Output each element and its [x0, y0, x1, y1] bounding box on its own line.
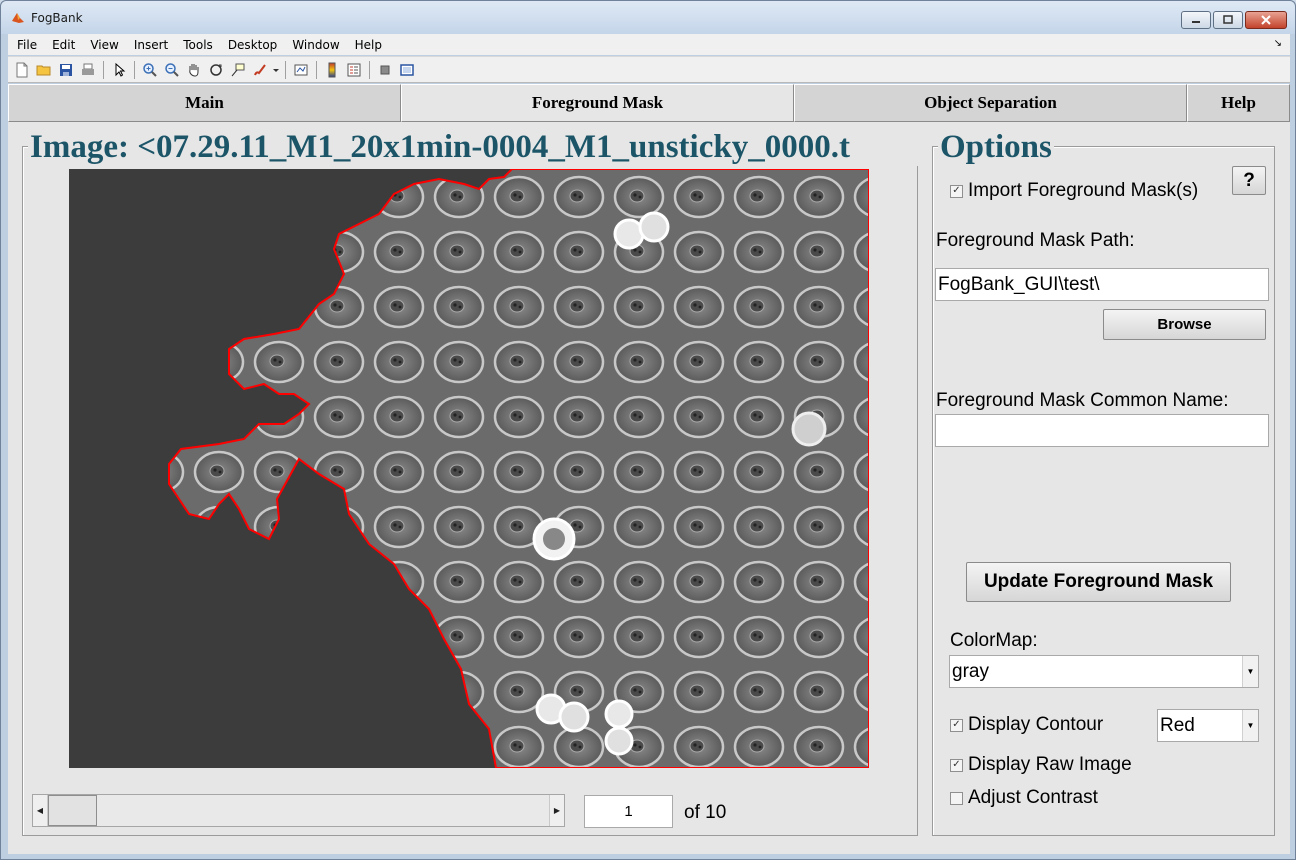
microscopy-image: [69, 169, 869, 768]
mask-path-label: Foreground Mask Path:: [936, 230, 1135, 251]
menu-insert[interactable]: Insert: [126, 38, 175, 52]
update-mask-button[interactable]: Update Foreground Mask: [966, 562, 1231, 602]
tab-foreground-mask[interactable]: Foreground Mask: [401, 84, 794, 122]
window-title: FogBank: [31, 11, 83, 25]
import-mask-checkbox[interactable]: ✓: [950, 184, 963, 198]
common-name-field[interactable]: [935, 414, 1269, 447]
menu-file[interactable]: File: [8, 38, 44, 52]
link-plot-icon[interactable]: [291, 60, 311, 80]
toolbar-separator: [316, 60, 317, 79]
colormap-value: gray: [952, 660, 989, 682]
show-plot-tools-icon[interactable]: [397, 60, 417, 80]
colorbar-icon[interactable]: [322, 60, 342, 80]
rotate-3d-icon[interactable]: [206, 60, 226, 80]
toolbar-separator: [134, 60, 135, 79]
bright-cell: [604, 699, 634, 729]
menu-bar: File Edit View Insert Tools Desktop Wind…: [8, 34, 1290, 55]
display-contour-checkbox[interactable]: ✓: [950, 718, 963, 732]
import-mask-checkbox-row[interactable]: ✓ Import Foreground Mask(s): [950, 180, 1198, 202]
print-icon[interactable]: [78, 60, 98, 80]
tab-main[interactable]: Main: [8, 84, 401, 122]
help-button[interactable]: ?: [1232, 166, 1266, 195]
display-raw-row[interactable]: ✓ Display Raw Image: [950, 754, 1132, 776]
page-total-label: of 10: [684, 802, 727, 823]
slider-left-arrow-icon[interactable]: ◀: [33, 795, 48, 826]
bright-cell: [604, 726, 634, 756]
tab-help[interactable]: Help: [1187, 84, 1290, 122]
menu-view[interactable]: View: [82, 38, 125, 52]
page-number-input[interactable]: 1: [584, 795, 673, 828]
contour-color-select[interactable]: Red ▼: [1157, 709, 1259, 742]
colormap-label: ColorMap:: [950, 630, 1038, 651]
display-contour-label: Display Contour: [968, 714, 1104, 735]
image-slider[interactable]: ◀ ▶: [32, 794, 565, 827]
title-bar: FogBank: [1, 1, 1295, 34]
slider-right-arrow-icon[interactable]: ▶: [549, 795, 564, 826]
image-panel-title: Image: <07.29.11_M1_20x1min-0004_M1_unst…: [28, 129, 918, 166]
adjust-contrast-row[interactable]: Adjust Contrast: [950, 787, 1098, 809]
chevron-down-icon[interactable]: ▼: [1242, 656, 1258, 687]
toolbar-separator: [285, 60, 286, 79]
pan-hand-icon[interactable]: [184, 60, 204, 80]
contour-color-value: Red: [1160, 714, 1195, 736]
adjust-contrast-label: Adjust Contrast: [968, 787, 1098, 808]
minimize-button[interactable]: [1181, 11, 1211, 29]
tab-bar: Main Foreground Mask Object Separation H…: [8, 84, 1290, 122]
common-name-label: Foreground Mask Common Name:: [936, 390, 1229, 411]
colormap-select[interactable]: gray ▼: [949, 655, 1259, 688]
brush-icon[interactable]: [250, 60, 270, 80]
cell-image[interactable]: [69, 169, 869, 768]
bright-cell: [558, 701, 590, 733]
dropdown-arrow-icon[interactable]: [272, 60, 280, 80]
bright-cell: [638, 211, 670, 243]
close-button[interactable]: [1245, 11, 1287, 29]
minimize-icon: [1192, 21, 1200, 23]
matlab-icon: [12, 13, 24, 23]
menu-desktop[interactable]: Desktop: [220, 38, 285, 52]
data-cursor-icon[interactable]: [228, 60, 248, 80]
options-title: Options: [938, 129, 1054, 166]
menu-edit[interactable]: Edit: [44, 38, 82, 52]
restore-icon: [1223, 15, 1233, 24]
toolbar-separator: [103, 60, 104, 79]
restore-button[interactable]: [1213, 11, 1243, 29]
toolbar-separator: [369, 60, 370, 79]
bright-cell: [791, 411, 827, 447]
pointer-icon[interactable]: [109, 60, 129, 80]
open-folder-icon[interactable]: [34, 60, 54, 80]
zoom-in-icon[interactable]: [140, 60, 160, 80]
figure-toolbar: [8, 56, 1290, 83]
menu-dock-arrow-icon[interactable]: ↘: [1274, 38, 1282, 49]
adjust-contrast-checkbox[interactable]: [950, 791, 963, 805]
save-icon[interactable]: [56, 60, 76, 80]
display-raw-checkbox[interactable]: ✓: [950, 758, 963, 772]
zoom-out-icon[interactable]: [162, 60, 182, 80]
display-contour-row[interactable]: ✓ Display Contour: [950, 714, 1103, 736]
new-file-icon[interactable]: [12, 60, 32, 80]
mask-path-field[interactable]: FogBank_GUI\test\: [935, 268, 1269, 301]
menu-window[interactable]: Window: [284, 38, 346, 52]
hide-plot-tools-icon[interactable]: [375, 60, 395, 80]
slider-thumb[interactable]: [48, 795, 97, 826]
tab-object-separation[interactable]: Object Separation: [794, 84, 1187, 122]
browse-button[interactable]: Browse: [1103, 309, 1266, 340]
display-raw-label: Display Raw Image: [968, 754, 1132, 775]
legend-icon[interactable]: [344, 60, 364, 80]
tab-content: Image: <07.29.11_M1_20x1min-0004_M1_unst…: [8, 122, 1290, 854]
chevron-down-icon[interactable]: ▼: [1242, 710, 1258, 741]
menu-tools[interactable]: Tools: [175, 38, 220, 52]
menu-help[interactable]: Help: [347, 38, 389, 52]
close-icon: [1261, 15, 1271, 25]
app-window: FogBank File Edit View Insert Tools Desk…: [0, 0, 1296, 860]
import-mask-label: Import Foreground Mask(s): [968, 180, 1199, 201]
